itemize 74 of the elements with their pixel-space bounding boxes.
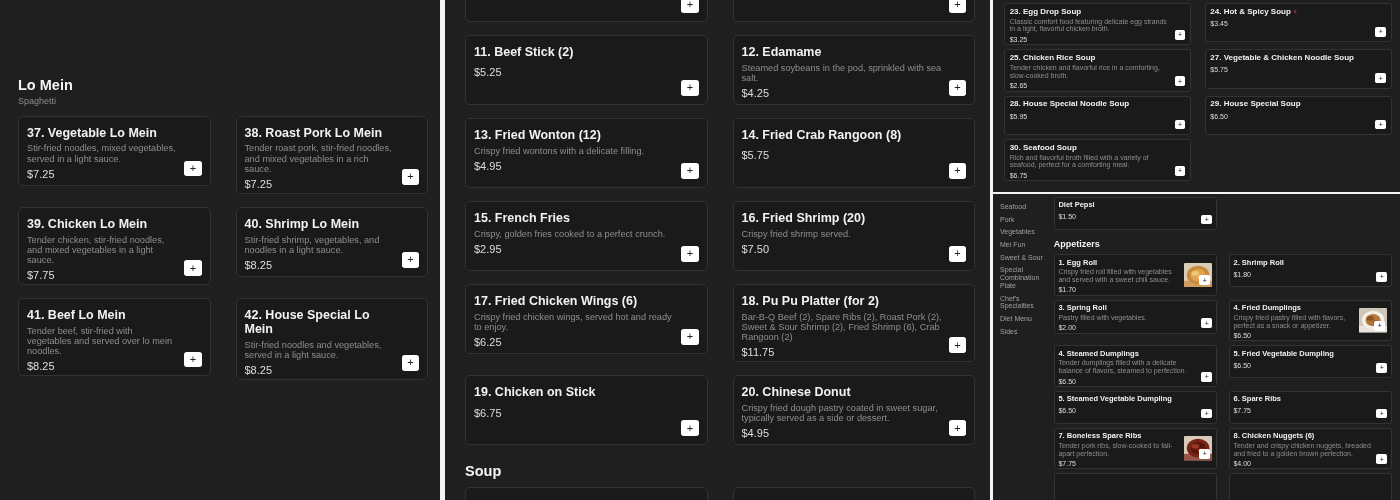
add-button[interactable]: + bbox=[184, 351, 202, 367]
item-name: 24. Hot & Spicy Soup bbox=[1210, 6, 1291, 16]
item-name: 30. Seafood Soup bbox=[1009, 142, 1077, 152]
item-name: 41. Beef Lo Mein bbox=[27, 308, 126, 323]
item-name: 11. Beef Stick (2) bbox=[474, 45, 574, 59]
item-price: $11.75 bbox=[741, 346, 776, 359]
item-description: Tender beef, stir-fried with vegetables and served over lo mein noodles. bbox=[27, 325, 174, 357]
item-price: $5.75 bbox=[741, 149, 771, 162]
item-price: $8.25 bbox=[244, 258, 274, 271]
item-price: $7.25 bbox=[27, 167, 56, 180]
item-price: $8.25 bbox=[27, 360, 56, 373]
add-button[interactable]: + bbox=[948, 163, 966, 179]
add-button[interactable]: + bbox=[948, 246, 966, 262]
add-button[interactable]: + bbox=[948, 80, 966, 96]
item-name: 39. Chicken Lo Mein bbox=[27, 217, 148, 231]
item-name: 37. Vegetable Lo Mein bbox=[27, 125, 157, 140]
item-name: 23. Egg Drop Soup bbox=[1009, 6, 1082, 16]
section-heading: Appetizers bbox=[1053, 238, 1101, 249]
item-price: $4.95 bbox=[741, 427, 771, 440]
item-name: 12. Edamame bbox=[741, 45, 822, 59]
item-description: Crispy fried dough pastry coated in sweet sugar, typically served as a side or dessert. bbox=[741, 402, 939, 424]
item-name: 16. Fried Shrimp (20) bbox=[741, 211, 866, 225]
add-button[interactable]: + bbox=[948, 337, 966, 353]
add-button[interactable]: + bbox=[681, 163, 699, 179]
add-button[interactable]: + bbox=[681, 80, 699, 96]
add-button[interactable]: + bbox=[681, 0, 699, 13]
add-button[interactable]: + bbox=[948, 420, 966, 436]
item-price: $6.75 bbox=[474, 406, 503, 419]
item-price: $6.25 bbox=[474, 335, 503, 348]
section-heading: Lo Mein bbox=[18, 77, 74, 93]
item-description: Stir-fried noodles, mixed vegetables, served in a light sauce. bbox=[27, 143, 177, 164]
add-button[interactable]: + bbox=[401, 169, 419, 185]
item-price: $7.25 bbox=[244, 178, 274, 190]
item-price: $7.50 bbox=[741, 242, 771, 255]
item-name: 28. House Special Noodle Soup bbox=[1009, 99, 1130, 109]
item-name: 38. Roast Pork Lo Mein bbox=[244, 125, 383, 140]
add-button[interactable]: + bbox=[681, 329, 699, 345]
add-button[interactable]: + bbox=[184, 260, 202, 276]
add-button[interactable]: + bbox=[401, 252, 419, 268]
item-description: Bar-B-Q Beef (2), Spare Ribs (2), Roast Pork (2), Sweet & Sour Shrimp (2), Fried Shrimp (6), Crab Rangoon (2) bbox=[741, 311, 943, 343]
item-name: 17. Fried Chicken Wings (6) bbox=[474, 294, 638, 308]
add-button[interactable]: + bbox=[401, 355, 419, 371]
item-name: 14. Fried Crab Rangoon (8) bbox=[741, 128, 902, 142]
item-name: 25. Chicken Rice Soup bbox=[1009, 53, 1096, 63]
add-button[interactable]: + bbox=[184, 160, 202, 177]
item-price: $2.95 bbox=[474, 242, 503, 255]
item-name: 15. French Fries bbox=[474, 211, 570, 225]
item-name: 29. House Special Soup bbox=[1210, 99, 1301, 109]
item-price: $4.25 bbox=[741, 86, 771, 99]
item-name: 19. Chicken on Stick bbox=[474, 385, 596, 400]
item-price: $8.25 bbox=[244, 364, 274, 377]
item-name: 40. Shrimp Lo Mein bbox=[244, 217, 360, 231]
item-description: Crispy fried wontons with a delicate filling. bbox=[474, 145, 646, 156]
item-name: 27. Vegetable & Chicken Noodle Soup bbox=[1210, 53, 1354, 63]
item-name: 20. Chinese Donut bbox=[741, 385, 851, 400]
add-button[interactable]: + bbox=[948, 0, 966, 13]
section-subtitle: Spaghetti bbox=[18, 95, 58, 106]
add-button[interactable]: + bbox=[681, 246, 699, 262]
item-description: Tender roast pork, stir-fried noodles, and mixed vegetables in a rich sauce. bbox=[244, 143, 393, 175]
item-description: Stir-fried noodles and vegetables, served in a light sauce. bbox=[244, 339, 383, 361]
item-price: $7.75 bbox=[27, 269, 56, 282]
item-name: 18. Pu Pu Platter (for 2) bbox=[741, 294, 880, 308]
item-description: Crispy fried chicken wings, served hot and ready to enjoy. bbox=[474, 311, 673, 333]
item-name: 42. House Special Lo Mein bbox=[244, 308, 371, 337]
item-description: Steamed soybeans in the pod, sprinkled with sea salt. bbox=[741, 62, 943, 84]
add-button[interactable]: + bbox=[681, 420, 699, 436]
item-description: Crispy fried shrimp served. bbox=[741, 228, 852, 239]
item-description: Crispy, golden fries cooked to a perfect crunch. bbox=[474, 228, 667, 239]
section-heading: Soup bbox=[465, 462, 503, 479]
item-description: Stir-fried shrimp, vegetables, and noodles in a light sauce. bbox=[244, 234, 381, 256]
item-price: $4.95 bbox=[474, 159, 503, 172]
item-name: 13. Fried Wonton (12) bbox=[474, 128, 601, 142]
item-price: $5.25 bbox=[474, 66, 503, 79]
item-description: Tender chicken, stir-fried noodles, and mixed vegetables in a light sauce. bbox=[27, 234, 166, 266]
